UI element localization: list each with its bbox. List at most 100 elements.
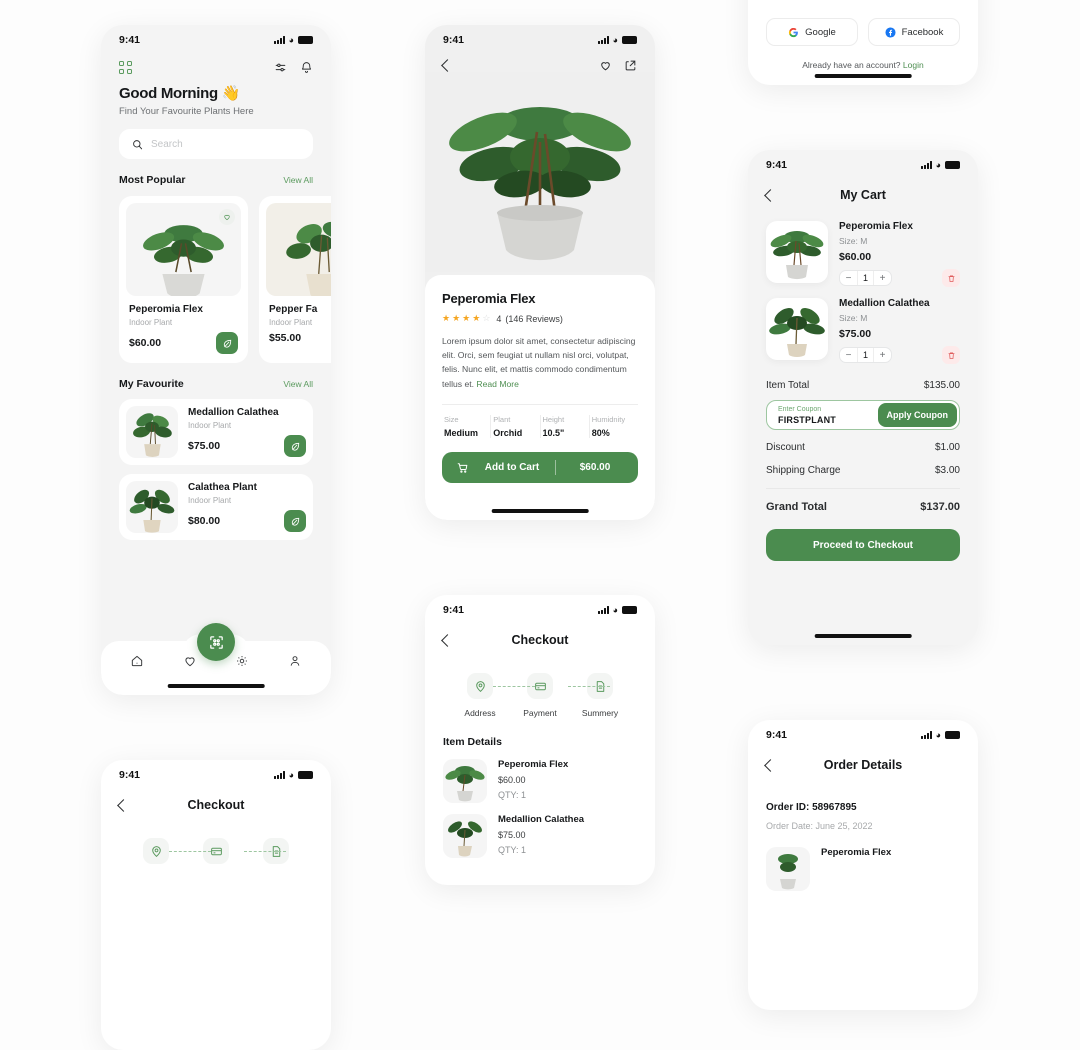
sidebar-item-profile[interactable]	[288, 654, 302, 668]
divider	[555, 459, 556, 475]
spec-item: Height 10.5"	[541, 414, 590, 438]
view-all-link[interactable]: View All	[283, 175, 313, 185]
product-name: Medallion Calathea	[498, 814, 585, 825]
read-more-link[interactable]: Read More	[476, 379, 519, 389]
status-time: 9:41	[766, 159, 788, 171]
order-item: Peperomia Flex	[748, 831, 978, 891]
battery-icon	[945, 731, 960, 739]
nav-bar: My Cart	[748, 180, 978, 210]
google-login-button[interactable]: Google	[766, 18, 858, 46]
product-price: $75.00	[498, 830, 526, 840]
cart-item: Peperomia Flex Size: M $60.00 − 1 +	[748, 210, 978, 287]
status-time: 9:41	[119, 34, 141, 46]
page-title: Checkout	[187, 798, 245, 812]
phone-cart-screen: 9:41 ◕ My Cart Peperomia Flex Size: M $6…	[748, 150, 978, 645]
rating-row: ★ ★ ★ ★ ☆ 4 (146 Reviews)	[442, 313, 638, 324]
product-price: $60.00	[129, 337, 162, 349]
google-label: Google	[805, 26, 836, 38]
qr-scan-icon[interactable]	[197, 623, 235, 661]
grand-total-value: $137.00	[920, 501, 960, 513]
star-icon: ★	[452, 313, 461, 323]
battery-icon	[622, 606, 637, 614]
nav-bar: Checkout	[425, 625, 655, 655]
back-button[interactable]	[441, 59, 454, 72]
status-bar: 9:41 ◕	[425, 595, 655, 625]
view-all-link[interactable]: View All	[283, 379, 313, 389]
coupon-field[interactable]: Enter Coupon FIRSTPLANT Apply Coupon	[766, 400, 960, 430]
share-icon[interactable]	[624, 59, 637, 72]
product-size: Size: M	[839, 313, 868, 323]
facebook-label: Facebook	[901, 26, 944, 38]
section-header-my-favourite: My Favourite View All	[101, 363, 331, 390]
product-type: Indoor Plant	[129, 318, 173, 327]
favourite-list-item[interactable]: Calathea Plant Indoor Plant $80.00	[119, 474, 313, 540]
step-label: Summery	[581, 708, 619, 718]
add-to-cart-leaf-button[interactable]	[284, 435, 306, 457]
page-title: Checkout	[511, 633, 569, 647]
step-label: Payment	[523, 708, 557, 718]
order-date: Order Date: June 25, 2022	[766, 821, 873, 831]
product-image	[126, 203, 241, 296]
spec-item: Plant Orchid	[491, 414, 541, 438]
product-name: Pepper Fa	[269, 304, 318, 315]
bell-icon[interactable]	[300, 61, 313, 74]
product-card[interactable]: Peperomia Flex Indoor Plant $60.00	[119, 196, 248, 363]
item-details-title: Item Details	[443, 736, 502, 748]
increase-quantity-button[interactable]: +	[874, 348, 891, 362]
favorite-heart-icon[interactable]	[599, 59, 612, 72]
signal-icon	[920, 161, 932, 169]
grand-total-label: Grand Total	[766, 501, 827, 513]
greeting-block: Good Morning 👋 Find Your Favourite Plant…	[101, 74, 331, 117]
product-card[interactable]: Pepper Fa Indoor Plant $55.00	[259, 196, 331, 363]
filter-icon[interactable]	[274, 61, 287, 74]
favorite-heart-icon[interactable]	[219, 209, 235, 225]
add-to-cart-label: Add to Cart	[484, 461, 540, 473]
item-total-label: Item Total	[766, 380, 810, 391]
increase-quantity-button[interactable]: +	[874, 271, 891, 285]
sidebar-item-favourites[interactable]	[183, 654, 197, 668]
product-image	[126, 406, 178, 458]
favourite-list-item[interactable]: Medallion Calathea Indoor Plant $75.00	[119, 399, 313, 465]
facebook-login-button[interactable]: Facebook	[868, 18, 960, 46]
decrease-quantity-button[interactable]: −	[840, 348, 857, 362]
delete-item-button[interactable]	[942, 346, 960, 364]
phone-checkout-screen-partial: 9:41 ◕ Checkout	[101, 760, 331, 1050]
quantity-stepper[interactable]: − 1 +	[839, 270, 892, 286]
coupon-label: Enter Coupon	[778, 405, 822, 413]
delete-item-button[interactable]	[942, 269, 960, 287]
battery-icon	[298, 36, 313, 44]
popular-products-row: Peperomia Flex Indoor Plant $60.00 Peppe…	[101, 186, 331, 363]
description-text: Lorem ipsum dolor sit amet, consectetur …	[442, 336, 636, 389]
star-icon-empty: ☆	[482, 313, 491, 323]
shipping-row: Shipping Charge $3.00	[748, 465, 978, 476]
search-icon	[132, 139, 143, 150]
decrease-quantity-button[interactable]: −	[840, 271, 857, 285]
discount-row: Discount $1.00	[748, 442, 978, 453]
signal-icon	[273, 36, 285, 44]
product-image	[766, 847, 810, 891]
login-link[interactable]: Login	[903, 60, 924, 70]
step-payment[interactable]: Payment	[515, 673, 565, 718]
add-to-cart-button[interactable]: Add to Cart $60.00	[442, 451, 638, 483]
step-address[interactable]: Address	[455, 673, 505, 718]
apply-coupon-button[interactable]: Apply Coupon	[877, 403, 957, 427]
divider	[766, 488, 960, 489]
grid-menu-icon[interactable]	[119, 61, 132, 74]
product-detail-sheet: Peperomia Flex ★ ★ ★ ★ ☆ 4 (146 Reviews)…	[425, 275, 655, 520]
sidebar-item-settings[interactable]	[235, 654, 249, 668]
sidebar-item-home[interactable]	[130, 654, 144, 668]
add-to-cart-leaf-button[interactable]	[284, 510, 306, 532]
battery-icon	[622, 36, 637, 44]
product-quantity: QTY: 1	[498, 845, 527, 855]
item-total-value: $135.00	[923, 380, 960, 391]
product-image	[266, 203, 331, 296]
social-login-row: Google Facebook	[748, 18, 978, 46]
step-summery[interactable]: Summery	[575, 673, 625, 718]
quantity-stepper[interactable]: − 1 +	[839, 347, 892, 363]
search-input[interactable]: Search	[119, 129, 313, 159]
add-to-cart-leaf-button[interactable]	[216, 332, 238, 354]
proceed-to-checkout-button[interactable]: Proceed to Checkout	[766, 529, 960, 561]
discount-label: Discount	[766, 442, 805, 453]
product-type: Indoor Plant	[188, 421, 232, 430]
product-name: Medallion Calathea	[839, 298, 930, 309]
